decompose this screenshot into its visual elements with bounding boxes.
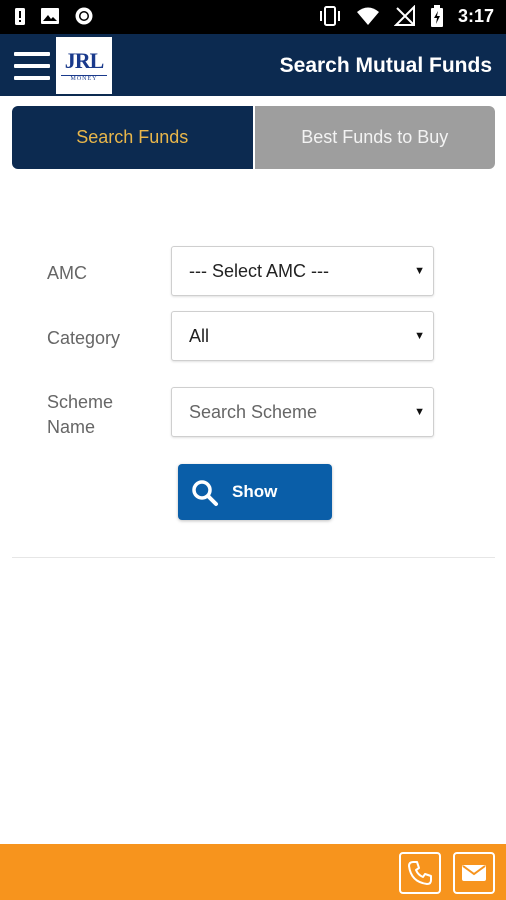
battery-icon: [430, 5, 444, 27]
scheme-select[interactable]: Search Scheme ▼: [171, 387, 434, 437]
status-left-icons: [14, 6, 94, 26]
search-icon: [192, 480, 218, 506]
app-logo: JRL MONEY: [56, 37, 112, 94]
alert-icon: [14, 6, 26, 26]
status-right-icons: 3:17: [318, 5, 494, 27]
wifi-icon: [356, 5, 380, 27]
amc-label: AMC: [47, 263, 87, 283]
page-title: Search Mutual Funds: [279, 54, 492, 77]
circle-icon: [74, 6, 94, 26]
dropdown-caret-icon: ▼: [414, 406, 425, 418]
menu-icon[interactable]: [14, 52, 50, 80]
show-button-label: Show: [232, 482, 278, 501]
scheme-label-line2: Name: [47, 417, 96, 437]
tab-best-funds-to-buy[interactable]: Best Funds to Buy: [252, 106, 495, 169]
dropdown-caret-icon: ▼: [414, 330, 425, 342]
phone-icon: [408, 861, 432, 885]
amc-select[interactable]: --- Select AMC --- ▼: [171, 246, 434, 296]
mail-button[interactable]: [453, 852, 495, 894]
call-button[interactable]: [399, 852, 441, 894]
scheme-name-label: Scheme Name: [47, 390, 113, 440]
vibrate-icon: [318, 5, 342, 27]
scheme-label-line1: Scheme: [47, 392, 114, 412]
mail-icon: [462, 865, 486, 881]
no-signal-icon: [393, 5, 416, 27]
show-button[interactable]: Show: [178, 464, 332, 520]
tab-bar: Search Funds Best Funds to Buy: [12, 106, 495, 169]
amc-select-value: --- Select AMC ---: [189, 261, 330, 281]
category-select[interactable]: All ▼: [171, 311, 434, 361]
logo-text: JRL: [64, 48, 105, 73]
image-icon: [40, 6, 60, 26]
status-bar: 3:17: [0, 0, 506, 34]
tab-search-funds[interactable]: Search Funds: [12, 106, 253, 169]
footer: [0, 844, 506, 900]
category-select-value: All: [189, 326, 210, 346]
status-time: 3:17: [457, 6, 494, 26]
dropdown-caret-icon: ▼: [414, 265, 425, 277]
scheme-select-placeholder: Search Scheme: [189, 402, 318, 422]
category-label: Category: [47, 328, 121, 348]
divider: [12, 557, 495, 558]
app-header: JRL MONEY Search Mutual Funds: [0, 34, 506, 96]
logo-subtext: MONEY: [70, 76, 98, 82]
